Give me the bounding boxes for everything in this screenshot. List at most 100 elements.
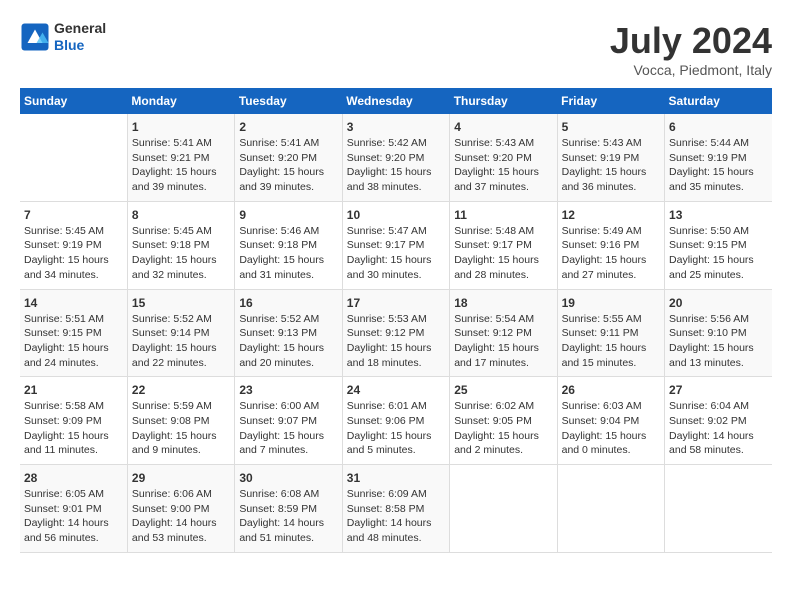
day-info: Sunrise: 5:48 AMSunset: 9:17 PMDaylight:… (454, 224, 552, 283)
day-info: Sunrise: 5:56 AMSunset: 9:10 PMDaylight:… (669, 312, 768, 371)
calendar-cell: 3 Sunrise: 5:42 AMSunset: 9:20 PMDaylight… (342, 114, 449, 201)
day-number: 17 (347, 296, 445, 310)
day-number: 1 (132, 120, 230, 134)
calendar-cell: 11 Sunrise: 5:48 AMSunset: 9:17 PMDayligh… (450, 201, 557, 289)
calendar-cell (557, 465, 664, 553)
day-info: Sunrise: 6:02 AMSunset: 9:05 PMDaylight:… (454, 399, 552, 458)
day-info: Sunrise: 5:47 AMSunset: 9:17 PMDaylight:… (347, 224, 445, 283)
calendar-cell: 31Sunrise: 6:09 AMSunset: 8:58 PMDayligh… (342, 465, 449, 553)
calendar-cell: 2Sunrise: 5:41 AMSunset: 9:20 PMDaylight… (235, 114, 342, 201)
day-number: 27 (669, 383, 768, 397)
day-number: 4 (454, 120, 552, 134)
calendar-cell: 8 Sunrise: 5:45 AMSunset: 9:18 PMDaylight… (127, 201, 234, 289)
day-number: 31 (347, 471, 445, 485)
day-number: 13 (669, 208, 768, 222)
day-number: 12 (562, 208, 660, 222)
day-number: 24 (347, 383, 445, 397)
month-year: July 2024 (610, 20, 772, 62)
calendar-cell: 26Sunrise: 6:03 AMSunset: 9:04 PMDayligh… (557, 377, 664, 465)
logo-text: General Blue (54, 20, 106, 54)
day-info: Sunrise: 5:58 AMSunset: 9:09 PMDaylight:… (24, 399, 123, 458)
calendar-cell (450, 465, 557, 553)
logo-icon (20, 22, 50, 52)
column-header-sunday: Sunday (20, 88, 127, 114)
week-row-1: 1 Sunrise: 5:41 AMSunset: 9:21 PMDaylight… (20, 114, 772, 201)
location: Vocca, Piedmont, Italy (610, 62, 772, 78)
column-header-friday: Friday (557, 88, 664, 114)
logo: General Blue (20, 20, 106, 54)
calendar-cell: 19 Sunrise: 5:55 AMSunset: 9:11 PMDayligh… (557, 289, 664, 377)
day-info: Sunrise: 5:44 AMSunset: 9:19 PMDaylight:… (669, 136, 768, 195)
calendar-cell: 7 Sunrise: 5:45 AMSunset: 9:19 PMDaylight… (20, 201, 127, 289)
day-number: 8 (132, 208, 230, 222)
day-info: Sunrise: 5:52 AMSunset: 9:13 PMDaylight:… (239, 312, 337, 371)
calendar-cell: 18 Sunrise: 5:54 AMSunset: 9:12 PMDayligh… (450, 289, 557, 377)
day-info: Sunrise: 6:08 AMSunset: 8:59 PMDaylight:… (239, 487, 337, 546)
day-info: Sunrise: 5:54 AMSunset: 9:12 PMDaylight:… (454, 312, 552, 371)
calendar-cell: 21 Sunrise: 5:58 AMSunset: 9:09 PMDayligh… (20, 377, 127, 465)
calendar-cell: 9 Sunrise: 5:46 AMSunset: 9:18 PMDaylight… (235, 201, 342, 289)
logo-blue: Blue (54, 37, 106, 54)
title-section: July 2024 Vocca, Piedmont, Italy (610, 20, 772, 78)
column-header-monday: Monday (127, 88, 234, 114)
day-number: 16 (239, 296, 337, 310)
day-info: Sunrise: 6:06 AMSunset: 9:00 PMDaylight:… (132, 487, 230, 546)
day-number: 29 (132, 471, 230, 485)
calendar-cell: 22Sunrise: 5:59 AMSunset: 9:08 PMDayligh… (127, 377, 234, 465)
calendar-cell (20, 114, 127, 201)
day-info: Sunrise: 5:55 AMSunset: 9:11 PMDaylight:… (562, 312, 660, 371)
day-info: Sunrise: 6:00 AMSunset: 9:07 PMDaylight:… (239, 399, 337, 458)
day-info: Sunrise: 6:01 AMSunset: 9:06 PMDaylight:… (347, 399, 445, 458)
week-row-2: 7 Sunrise: 5:45 AMSunset: 9:19 PMDaylight… (20, 201, 772, 289)
column-header-wednesday: Wednesday (342, 88, 449, 114)
column-header-saturday: Saturday (665, 88, 772, 114)
day-number: 7 (24, 208, 123, 222)
day-info: Sunrise: 6:04 AMSunset: 9:02 PMDaylight:… (669, 399, 768, 458)
day-number: 22 (132, 383, 230, 397)
calendar-cell: 23 Sunrise: 6:00 AMSunset: 9:07 PMDayligh… (235, 377, 342, 465)
day-number: 21 (24, 383, 123, 397)
page-header: General Blue July 2024 Vocca, Piedmont, … (20, 20, 772, 78)
day-info: Sunrise: 5:52 AMSunset: 9:14 PMDaylight:… (132, 312, 230, 371)
day-number: 19 (562, 296, 660, 310)
day-number: 11 (454, 208, 552, 222)
day-info: Sunrise: 5:45 AMSunset: 9:19 PMDaylight:… (24, 224, 123, 283)
day-info: Sunrise: 5:41 AMSunset: 9:21 PMDaylight:… (132, 136, 230, 195)
calendar-cell: 5Sunrise: 5:43 AMSunset: 9:19 PMDaylight… (557, 114, 664, 201)
day-info: Sunrise: 5:42 AMSunset: 9:20 PMDaylight:… (347, 136, 445, 195)
calendar-cell: 25 Sunrise: 6:02 AMSunset: 9:05 PMDayligh… (450, 377, 557, 465)
day-number: 3 (347, 120, 445, 134)
day-number: 25 (454, 383, 552, 397)
day-info: Sunrise: 6:05 AMSunset: 9:01 PMDaylight:… (24, 487, 123, 546)
day-number: 28 (24, 471, 123, 485)
day-info: Sunrise: 5:46 AMSunset: 9:18 PMDaylight:… (239, 224, 337, 283)
day-info: Sunrise: 5:49 AMSunset: 9:16 PMDaylight:… (562, 224, 660, 283)
day-number: 6 (669, 120, 768, 134)
day-number: 9 (239, 208, 337, 222)
calendar-cell (665, 465, 772, 553)
day-info: Sunrise: 5:45 AMSunset: 9:18 PMDaylight:… (132, 224, 230, 283)
day-number: 30 (239, 471, 337, 485)
calendar-cell: 13Sunrise: 5:50 AMSunset: 9:15 PMDayligh… (665, 201, 772, 289)
day-number: 5 (562, 120, 660, 134)
calendar-cell: 1 Sunrise: 5:41 AMSunset: 9:21 PMDaylight… (127, 114, 234, 201)
column-header-thursday: Thursday (450, 88, 557, 114)
day-number: 2 (239, 120, 337, 134)
day-info: Sunrise: 5:53 AMSunset: 9:12 PMDaylight:… (347, 312, 445, 371)
day-number: 23 (239, 383, 337, 397)
calendar-cell: 4 Sunrise: 5:43 AMSunset: 9:20 PMDaylight… (450, 114, 557, 201)
calendar-cell: 27 Sunrise: 6:04 AMSunset: 9:02 PMDayligh… (665, 377, 772, 465)
column-headers: SundayMondayTuesdayWednesdayThursdayFrid… (20, 88, 772, 114)
day-info: Sunrise: 5:43 AMSunset: 9:20 PMDaylight:… (454, 136, 552, 195)
calendar-cell: 10 Sunrise: 5:47 AMSunset: 9:17 PMDayligh… (342, 201, 449, 289)
day-number: 18 (454, 296, 552, 310)
day-number: 10 (347, 208, 445, 222)
week-row-3: 14Sunrise: 5:51 AMSunset: 9:15 PMDayligh… (20, 289, 772, 377)
day-info: Sunrise: 5:51 AMSunset: 9:15 PMDaylight:… (24, 312, 123, 371)
week-row-5: 28 Sunrise: 6:05 AMSunset: 9:01 PMDayligh… (20, 465, 772, 553)
calendar-cell: 15 Sunrise: 5:52 AMSunset: 9:14 PMDayligh… (127, 289, 234, 377)
day-number: 20 (669, 296, 768, 310)
day-number: 15 (132, 296, 230, 310)
calendar-cell: 16 Sunrise: 5:52 AMSunset: 9:13 PMDayligh… (235, 289, 342, 377)
calendar-cell: 6 Sunrise: 5:44 AMSunset: 9:19 PMDaylight… (665, 114, 772, 201)
